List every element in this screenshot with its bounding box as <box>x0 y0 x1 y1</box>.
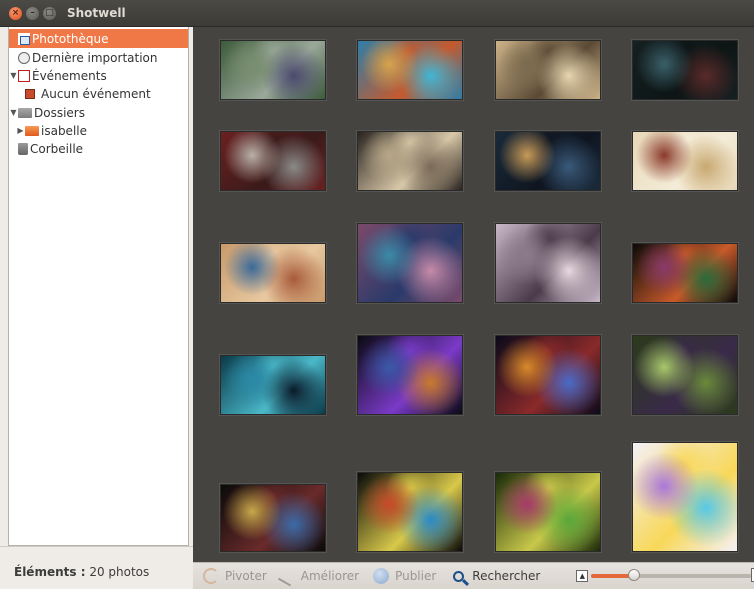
photo-thumbnail[interactable] <box>220 243 326 303</box>
photo-thumbnail[interactable] <box>632 442 738 552</box>
user-folder-icon <box>25 125 39 136</box>
photo-thumbnail[interactable] <box>357 131 463 191</box>
events-icon <box>18 69 30 82</box>
window-titlebar: × – □ Shotwell <box>0 0 754 27</box>
photo-thumbnail[interactable] <box>632 243 738 303</box>
item-count-label: Éléments : <box>14 565 86 579</box>
minimize-window-button[interactable]: – <box>26 6 39 20</box>
photo-thumbnail[interactable] <box>495 223 601 303</box>
sidebar-item-label: Aucun événement <box>41 86 151 101</box>
expander-down-icon[interactable]: ▼ <box>9 71 18 80</box>
photo-thumbnail[interactable] <box>495 40 601 100</box>
sidebar-item-isabelle[interactable]: ▶ isabelle <box>16 121 87 140</box>
photo-thumbnail[interactable] <box>632 131 738 191</box>
photo-thumbnail[interactable] <box>357 40 463 100</box>
enhance-label: Améliorer <box>300 569 360 583</box>
search-icon <box>452 570 464 582</box>
sidebar-item-last-import[interactable]: Dernière importation <box>9 48 158 67</box>
sidebar-item-label: Corbeille <box>30 141 84 156</box>
photo-thumbnail[interactable] <box>495 472 601 552</box>
zoom-slider[interactable] <box>591 569 752 581</box>
rotate-button[interactable]: Pivoter <box>203 566 267 586</box>
rotate-label: Pivoter <box>225 569 267 583</box>
sidebar: Photothèque Dernière importation ▼ Événe… <box>8 27 189 546</box>
item-count: Éléments : 20 photos <box>14 565 149 579</box>
item-count-value: 20 photos <box>89 565 150 579</box>
sidebar-item-trash[interactable]: Corbeille <box>9 139 83 158</box>
expander-down-icon[interactable]: ▼ <box>9 108 18 117</box>
zoom-slider-knob[interactable] <box>628 569 641 581</box>
search-icon-wrap <box>450 568 466 584</box>
bottom-toolbar: Pivoter Améliorer Publier Rechercher ▲ <box>193 562 754 589</box>
search-button[interactable]: Rechercher <box>450 566 540 586</box>
sidebar-item-label: isabelle <box>41 123 87 138</box>
photo-thumbnail[interactable] <box>632 335 738 415</box>
sidebar-item-label: Dernière importation <box>32 50 158 65</box>
publish-button[interactable]: Publier <box>373 566 436 586</box>
sidebar-item-events[interactable]: ▼ Événements <box>9 66 107 85</box>
photo-grid <box>193 27 754 562</box>
photo-thumbnail[interactable] <box>220 355 326 415</box>
photo-thumbnail[interactable] <box>632 40 738 100</box>
no-event-icon <box>25 88 35 99</box>
photo-thumbnail[interactable] <box>357 223 463 303</box>
maximize-window-button[interactable]: □ <box>43 6 56 20</box>
photo-thumbnail[interactable] <box>495 131 601 191</box>
publish-label: Publier <box>395 569 437 583</box>
photo-thumbnail[interactable] <box>357 472 463 552</box>
sidebar-item-folders[interactable]: ▼ Dossiers <box>9 103 85 122</box>
zoom-out-icon[interactable]: ▲ <box>576 570 589 582</box>
sidebar-item-photo-library[interactable]: Photothèque <box>9 29 188 48</box>
sidebar-item-label: Dossiers <box>34 105 85 120</box>
photo-thumbnail[interactable] <box>220 131 326 191</box>
last-import-icon <box>18 51 30 64</box>
photo-thumbnail[interactable] <box>220 40 326 100</box>
status-panel: Éléments : 20 photos <box>0 546 193 589</box>
rotate-icon <box>203 568 219 584</box>
sidebar-item-no-event[interactable]: Aucun événement <box>9 84 151 103</box>
photo-library-icon <box>18 32 30 45</box>
close-window-button[interactable]: × <box>9 6 22 20</box>
search-label: Rechercher <box>472 569 541 583</box>
window-title: Shotwell <box>67 6 126 20</box>
folder-icon <box>18 107 32 118</box>
sidebar-item-label: Événements <box>32 68 107 83</box>
sidebar-item-label: Photothèque <box>32 31 109 46</box>
photo-thumbnail[interactable] <box>220 484 326 552</box>
publish-globe-icon <box>373 568 390 584</box>
enhance-button[interactable]: Améliorer <box>277 565 360 587</box>
enhance-wand-icon <box>277 565 298 587</box>
trash-icon <box>18 142 28 155</box>
photo-thumbnail[interactable] <box>495 335 601 415</box>
expander-right-icon[interactable]: ▶ <box>16 126 25 135</box>
photo-thumbnail[interactable] <box>357 335 463 415</box>
